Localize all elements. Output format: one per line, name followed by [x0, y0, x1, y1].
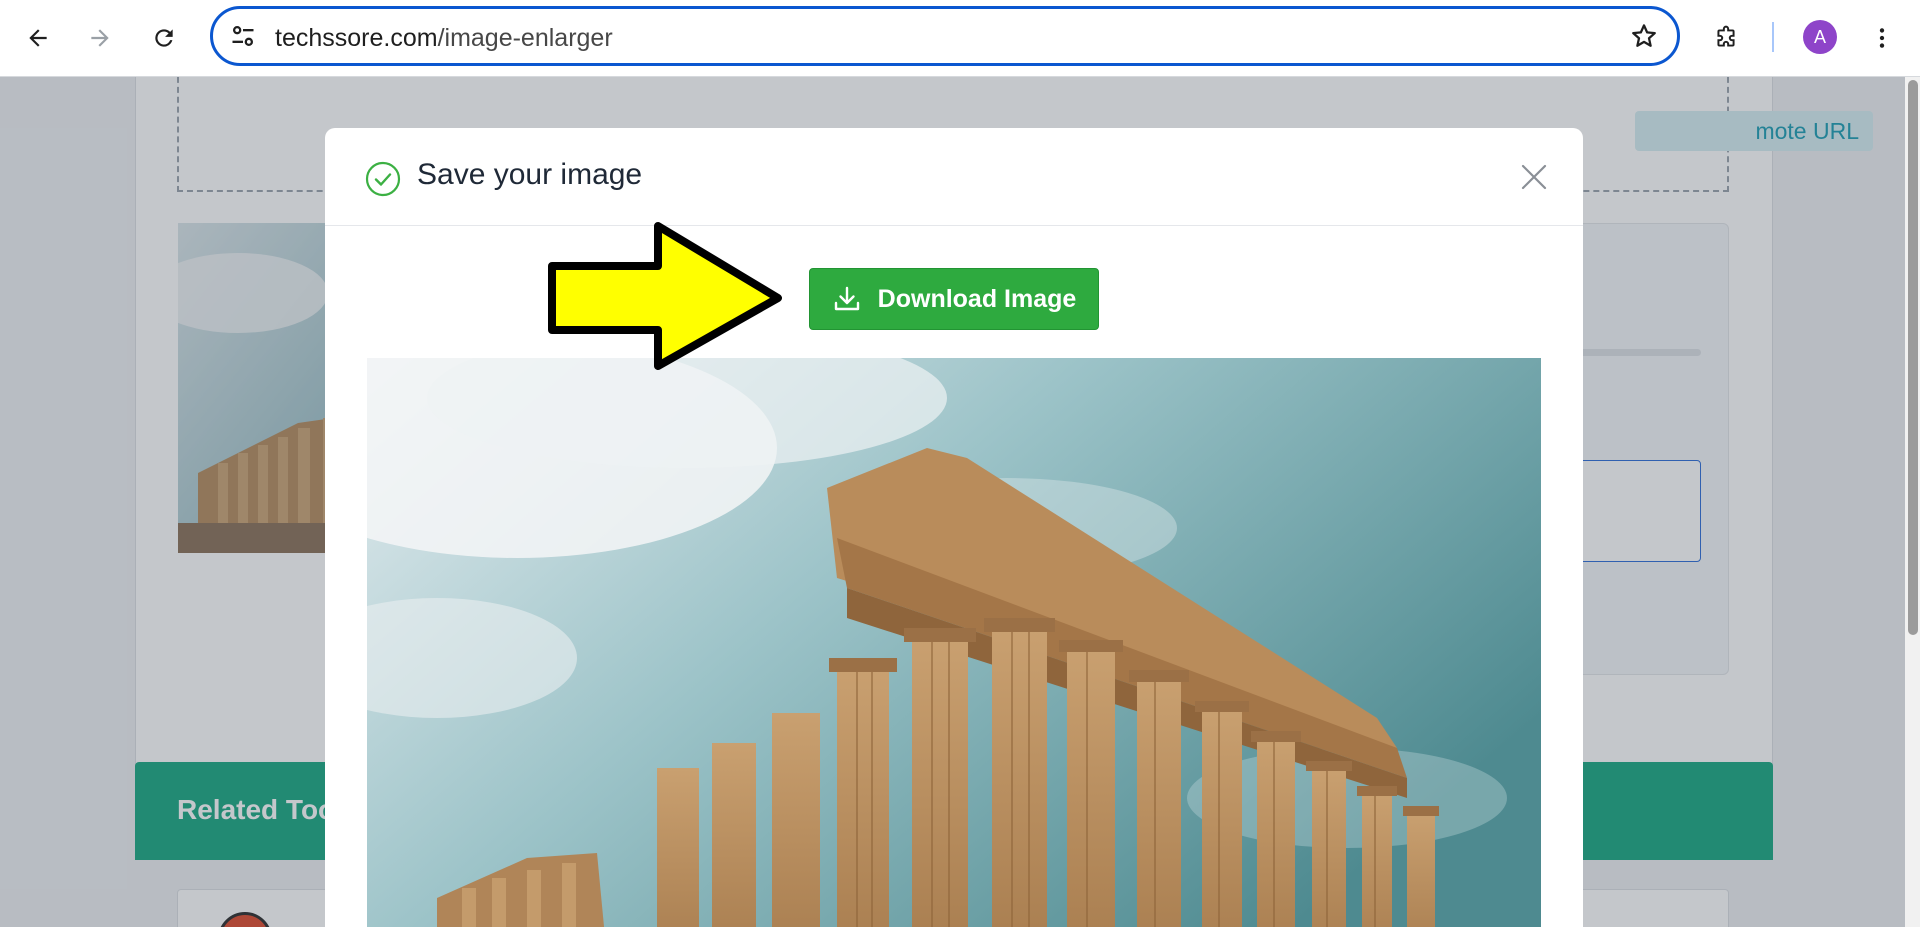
browser-toolbar: techssore.com/image-enlarger A [0, 0, 1920, 77]
enlarged-image-preview [367, 358, 1541, 927]
modal-title: Save your image [417, 158, 643, 191]
forward-arrow-icon [91, 29, 109, 47]
reload-icon [155, 29, 173, 47]
url-path: /image-enlarger [437, 24, 613, 52]
annotation-arrow-icon [548, 222, 782, 370]
download-label: Download Image [877, 284, 1077, 313]
url-text[interactable]: techssore.com/image-enlarger [275, 24, 613, 53]
extensions-button[interactable] [1702, 14, 1750, 62]
forward-button[interactable] [76, 14, 124, 62]
address-bar[interactable]: techssore.com/image-enlarger [210, 6, 1680, 66]
back-button[interactable] [14, 14, 62, 62]
success-check-icon [365, 161, 401, 197]
profile-avatar[interactable]: A [1803, 20, 1837, 54]
close-icon[interactable] [1519, 162, 1549, 192]
modal-header: Save your image [325, 128, 1583, 226]
download-icon [834, 286, 859, 311]
kebab-menu-icon [1879, 28, 1885, 48]
extensions-puzzle-icon [1717, 25, 1735, 47]
back-arrow-icon [29, 29, 47, 47]
browser-menu-button[interactable] [1858, 14, 1906, 62]
download-image-button[interactable]: Download Image [809, 268, 1099, 330]
url-domain: techssore.com [275, 24, 438, 52]
reload-button[interactable] [140, 14, 188, 62]
save-image-modal: Save your image Download Image [325, 128, 1583, 927]
toolbar-separator [1772, 22, 1774, 52]
bookmark-star-icon[interactable] [1629, 21, 1659, 51]
page-scrollbar-thumb[interactable] [1908, 80, 1918, 635]
site-settings-icon[interactable] [229, 22, 257, 50]
